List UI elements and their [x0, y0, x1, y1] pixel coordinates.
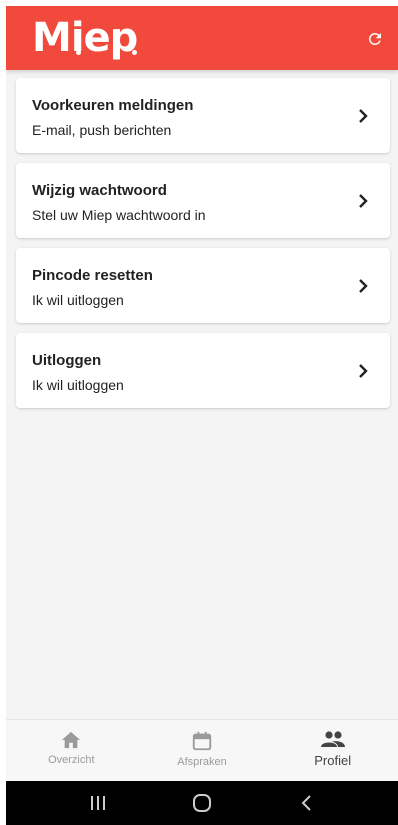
home-system-button[interactable]	[182, 788, 222, 818]
menu-item-title: Uitloggen	[32, 352, 102, 369]
menu-item-subtitle: Stel uw Miep wachtwoord in	[32, 207, 206, 223]
miep-logo: Mi ep	[32, 15, 138, 61]
menu-item-subtitle: E-mail, push berichten	[32, 122, 172, 138]
settings-menu: Voorkeuren meldingen E-mail, push berich…	[16, 78, 390, 418]
people-icon	[320, 731, 345, 747]
nav-tab-label: Overzicht	[48, 754, 95, 766]
nav-tab-afspraken[interactable]: Afspraken	[137, 720, 268, 781]
app-screen: Mi ep Voorkeuren meldingen E-mail, push b…	[6, 6, 398, 825]
back-button[interactable]	[286, 788, 326, 818]
system-navigation-bar	[6, 781, 398, 825]
refresh-button[interactable]	[362, 26, 388, 52]
nav-tab-label: Profiel	[314, 753, 352, 768]
home-button-icon	[193, 794, 211, 812]
menu-item-reset-pincode[interactable]: Pincode resetten Ik wil uitloggen	[16, 248, 390, 323]
home-icon	[62, 731, 81, 749]
menu-item-notification-preferences[interactable]: Voorkeuren meldingen E-mail, push berich…	[16, 78, 390, 153]
menu-item-change-password[interactable]: Wijzig wachtwoord Stel uw Miep wachtwoor…	[16, 163, 390, 238]
nav-tab-label: Afspraken	[177, 756, 227, 768]
calendar-icon	[192, 731, 212, 751]
back-icon	[301, 795, 311, 811]
recents-button[interactable]	[78, 788, 118, 818]
chevron-right-icon	[359, 279, 368, 293]
menu-item-title: Voorkeuren meldingen	[32, 97, 194, 114]
bottom-navigation: Overzicht Afspraken Profiel	[6, 719, 398, 781]
chevron-right-icon	[359, 194, 368, 208]
menu-item-logout[interactable]: Uitloggen Ik wil uitloggen	[16, 333, 390, 408]
menu-item-title: Pincode resetten	[32, 267, 153, 284]
chevron-right-icon	[359, 109, 368, 123]
menu-item-subtitle: Ik wil uitloggen	[32, 377, 124, 393]
nav-tab-overzicht[interactable]: Overzicht	[6, 720, 137, 781]
app-header: Mi ep	[6, 6, 398, 70]
menu-item-title: Wijzig wachtwoord	[32, 182, 167, 199]
menu-item-subtitle: Ik wil uitloggen	[32, 292, 124, 308]
nav-tab-profiel[interactable]: Profiel	[267, 720, 398, 781]
chevron-right-icon	[359, 364, 368, 378]
recents-icon	[91, 796, 105, 810]
refresh-icon	[368, 32, 381, 45]
